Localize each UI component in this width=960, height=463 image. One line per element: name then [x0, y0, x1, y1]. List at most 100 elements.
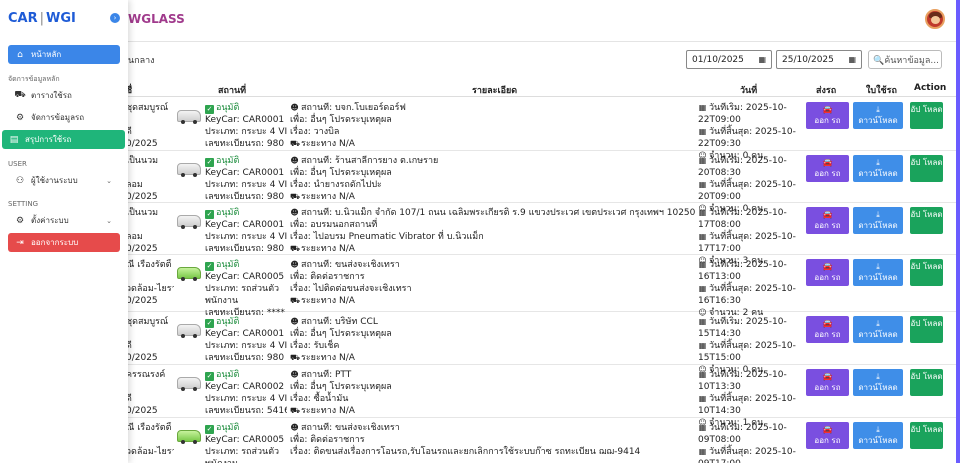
calendar-icon: ▦: [698, 127, 707, 136]
download-button[interactable]: ⤓ ดาวน์โหลด: [853, 316, 903, 343]
date-to-value: 25/10/2025: [782, 54, 834, 65]
upload-button[interactable]: อัป โหลด: [910, 316, 943, 343]
detail-subject: เรื่อง: ติดขนส่งเรื่องการโอนรถ,รับโอนรถแ…: [290, 447, 641, 457]
user-line: [126, 328, 174, 340]
collapse-icon[interactable]: ›: [110, 13, 120, 23]
user-line: ดี: [126, 341, 132, 351]
detail-location: สถานที่: PTT: [301, 370, 352, 380]
date-start: วันที่เริ่ม: 2025-10-22T09:00: [698, 103, 787, 125]
distance-icon: ⛟: [290, 192, 301, 201]
user-avatar[interactable]: [925, 9, 945, 29]
download-button[interactable]: ⤓ ดาวน์โหลด: [853, 422, 903, 449]
detail-purpose: เพื่อ: อื่นๆ โปรดระบุเหตุผล: [290, 168, 392, 178]
upload-button[interactable]: อัป โหลด: [910, 207, 943, 234]
status-text: อนุมัติ: [216, 103, 240, 113]
download-button[interactable]: ⤓ ดาวน์โหลด: [853, 155, 903, 182]
col-receipt: ใบใช้รถ: [866, 86, 897, 96]
download-button[interactable]: ⤓ ดาวน์โหลด: [853, 369, 903, 396]
calendar-icon: ▦: [698, 260, 707, 269]
calendar-icon: ▦: [758, 55, 766, 64]
table-row: ชุดสมบูรณ์ ดี 0/2025 ✓ อนุมัติ KeyCar: CAR00…: [0, 98, 956, 161]
person-icon: ☻: [290, 423, 299, 432]
download-button[interactable]: ⤓ ดาวน์โหลด: [853, 102, 903, 129]
user-line: [126, 167, 174, 179]
download-icon: ⤓: [876, 425, 880, 434]
section-label-user: USER: [8, 160, 27, 168]
download-label: ดาวน์โหลด: [858, 221, 898, 230]
sidebar-item-schedule[interactable]: ⛟ ตารางใช้รถ: [8, 86, 120, 105]
download-button[interactable]: ⤓ ดาวน์โหลด: [853, 207, 903, 234]
upload-button[interactable]: อัป โหลด: [910, 102, 943, 129]
detail-distance: ระยะทาง N/A: [301, 192, 355, 202]
date-end: วันที่สิ้นสุด: 2025-10-16T16:30: [698, 284, 796, 306]
calendar-icon: ▦: [698, 156, 707, 165]
app-logo[interactable]: CAR | WGI: [8, 11, 76, 26]
send-label: ออก รถ: [814, 330, 841, 339]
upload-button[interactable]: อัป โหลด: [910, 155, 943, 182]
detail-subject: เรื่อง: ซื้อน้ำมัน: [290, 394, 349, 404]
search-input[interactable]: 🔍ค้นหาข้อมูล...: [868, 50, 942, 69]
place-cell: ✓ อนุมัติ KeyCar: CAR0001 ประเภท: กระบะ 4 V…: [205, 102, 287, 150]
user-line: ณี เรืองรัตติ์: [126, 423, 172, 433]
download-icon: ⤓: [876, 105, 880, 114]
send-car-button[interactable]: 🚘 ออก รถ: [806, 369, 849, 396]
date-to-input[interactable]: 25/10/2025 ▦: [776, 50, 862, 69]
send-car-button[interactable]: 🚘 ออก รถ: [806, 259, 849, 286]
user-line: 0/2025: [126, 244, 158, 254]
sidebar-item-manage[interactable]: ⚙ จัดการข้อมูลรถ: [8, 108, 120, 127]
place-cell: ✓ อนุมัติ KeyCar: CAR0001 ประเภท: กระบะ 4 V…: [205, 155, 287, 203]
car-icon: ⛟: [14, 90, 26, 100]
upload-button[interactable]: อัป โหลด: [910, 259, 943, 286]
car-image: [177, 267, 201, 281]
send-car-button[interactable]: 🚘 ออก รถ: [806, 102, 849, 129]
sidebar-item-settings[interactable]: ⚙ ตั้งค่าระบบ ⌄: [8, 211, 120, 230]
download-button[interactable]: ⤓ ดาวน์โหลด: [853, 259, 903, 286]
car-thumbnail: [177, 430, 201, 444]
sidebar-item-home[interactable]: ⌂ หน้าหลัก: [8, 45, 120, 64]
place-cell: ✓ อนุมัติ KeyCar: CAR0001 ประเภท: กระบะ 4 V…: [205, 207, 287, 255]
place-cell: ✓ อนุมัติ KeyCar: CAR0002 ประเภท: กระบะ 4 V…: [205, 369, 287, 417]
user-line: ลอม: [126, 232, 143, 242]
detail-cell: ☻ สถานที่: ร้านสาลี่การยาง ต.เกษราย เพื่อ:…: [290, 155, 695, 203]
date-from-input[interactable]: 01/10/2025 ▦: [686, 50, 772, 69]
calendar-icon: ▦: [698, 394, 707, 403]
detail-cell: ☻ สถานที่: ขนส่งจะเชิงเทราเพื่อ: ติดต่อรา…: [290, 422, 695, 458]
detail-purpose: เพื่อ: ติดต่อราชการ: [290, 435, 365, 445]
table-row: เป็นนวม ลอม 0/2025 ✓ อนุมัติ KeyCar: CAR0001…: [0, 203, 956, 266]
user-line: วดล้อม-ไยรา: [126, 284, 174, 294]
detail-location: สถานที่: ขนส่งจะเชิงเทรา: [301, 423, 400, 433]
send-car-button[interactable]: 🚘 ออก รถ: [806, 422, 849, 449]
download-icon: ⤓: [876, 158, 880, 167]
calendar-icon: ▦: [698, 208, 707, 217]
upload-button[interactable]: อัป โหลด: [910, 422, 943, 449]
chevron-down-icon: ⌄: [106, 176, 112, 185]
place-cell: ✓ อนุมัติ KeyCar: CAR0005 ประเภท: รถส่วนตัว…: [205, 422, 287, 463]
status-badge: ✓ อนุมัติ: [205, 207, 287, 219]
scrollbar[interactable]: [956, 0, 960, 463]
upload-button[interactable]: อัป โหลด: [910, 369, 943, 396]
send-car-button[interactable]: 🚘 ออก รถ: [806, 155, 849, 182]
user-line: เป็นนวม: [126, 208, 159, 218]
user-line: [126, 434, 174, 446]
place-cell: ✓ อนุมัติ KeyCar: CAR0001 ประเภท: กระบะ 4 V…: [205, 316, 287, 364]
send-car-button[interactable]: 🚘 ออก รถ: [806, 207, 849, 234]
table-row: ครรณรงค์ ดี 0/2025 ✓ อนุมัติ KeyCar: CAR0002…: [0, 365, 956, 428]
date-cell: ▦ วันที่เริ่ม: 2025-10-09T08:00 ▦ วันที่สิ้…: [698, 422, 804, 463]
car-image: [177, 377, 201, 391]
logo-car: CAR: [8, 11, 38, 26]
car-plate: เลขทะเบียนรถ: 980: [205, 353, 285, 363]
logout-button[interactable]: ⇥ ออกจากระบบ: [8, 233, 120, 252]
check-icon: ✓: [205, 105, 214, 114]
send-car-button[interactable]: 🚘 ออก รถ: [806, 316, 849, 343]
download-icon: ⤓: [876, 372, 880, 381]
download-label: ดาวน์โหลด: [858, 169, 898, 178]
sidebar-item-summary[interactable]: ▤ สรุปการใช้รถ: [2, 130, 125, 149]
avatar-face: [931, 16, 940, 24]
user-line: ณี เรืองรัตติ์: [126, 260, 172, 270]
car-type: ประเภท: กระบะ 4 VIGO: [205, 232, 287, 242]
status-text: อนุมัติ: [216, 423, 240, 433]
status-badge: ✓ อนุมัติ: [205, 155, 287, 167]
sidebar-item-label: ตารางใช้รถ: [31, 91, 72, 100]
sidebar-item-users[interactable]: ⚇ ผู้ใช้งานระบบ ⌄: [8, 171, 120, 190]
check-icon: ✓: [205, 210, 214, 219]
